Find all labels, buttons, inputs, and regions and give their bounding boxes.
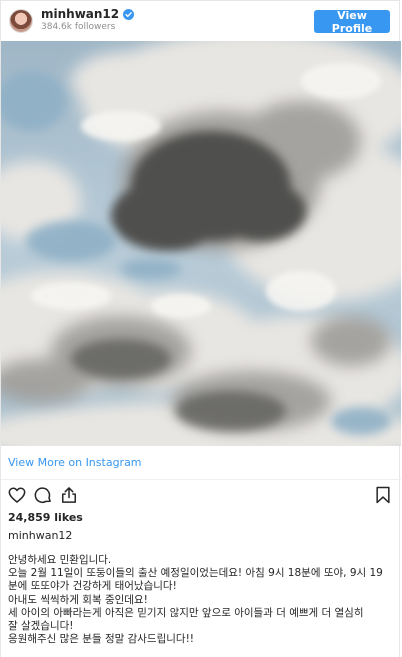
view-more-link[interactable]: View More on Instagram: [8, 456, 142, 469]
username[interactable]: minhwan12: [41, 8, 119, 21]
view-profile-button[interactable]: View Profile: [314, 9, 390, 35]
caption-line: 세 아이의 아빠라는게 아직은 믿기지 않지만 앞으로 아이들과 더 예쁘게 더…: [8, 606, 364, 619]
divider: [1, 479, 401, 480]
caption-line: 잘 살겠습니다!: [8, 620, 74, 633]
caption-line: 아내도 씩씩하게 회복 중인데요!: [8, 593, 148, 606]
bookmark-icon[interactable]: [373, 485, 393, 505]
caption-username[interactable]: minhwan12: [8, 529, 72, 542]
follower-count: 384.6k followers: [41, 22, 116, 32]
caption-text: 안녕하세요 민환입니다. 오늘 2월 11일이 또둥이들의 출산 예정일이었는데…: [8, 554, 396, 646]
avatar[interactable]: [9, 9, 33, 33]
user-info: minhwan12 384.6k followers: [41, 8, 135, 34]
caption-line: 분에 또또야가 건강하게 태어났습니다!: [8, 580, 177, 593]
instagram-embed: minhwan12 384.6k followers View Profile: [0, 0, 401, 657]
caption-line: 응원해주신 많은 분들 정말 감사드립니다!!: [8, 633, 194, 646]
heart-icon[interactable]: [7, 485, 27, 505]
verified-badge-icon: [123, 9, 135, 20]
action-bar: [7, 485, 79, 505]
post-header: minhwan12 384.6k followers View Profile: [1, 1, 399, 41]
like-count[interactable]: 24,859 likes: [8, 511, 83, 524]
share-icon[interactable]: [59, 485, 79, 505]
caption-line: 안녕하세요 민환입니다.: [8, 554, 112, 566]
post-photo[interactable]: [1, 41, 401, 446]
caption-line: 오늘 2월 11일이 또둥이들의 출산 예정일이었는데요! 아침 9시 18분에…: [8, 567, 383, 580]
comment-icon[interactable]: [33, 485, 53, 505]
